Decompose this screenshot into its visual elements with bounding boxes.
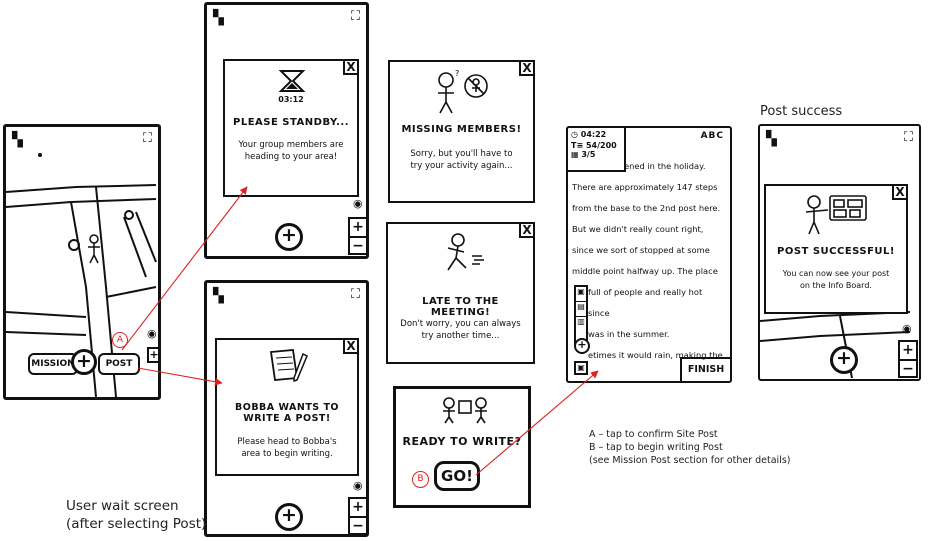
compass-icon[interactable]: ◉ (353, 197, 363, 210)
success-screen: ▚ ⛶ X POST SUCCESSFUL! You can now see y… (758, 124, 921, 381)
late-popup: X LATE TO THE MEETING! Don't worry, you … (386, 222, 535, 364)
missing-members-popup: X ? MISSING MEMBERS! Sorry, but you'll h… (388, 60, 535, 203)
close-button[interactable]: X (343, 59, 359, 75)
text-icon: T≡ (571, 141, 584, 150)
note-c: (see Mission Post section for other deta… (589, 454, 791, 466)
go-button[interactable]: GO! (434, 461, 480, 491)
paper-pen-icon (269, 349, 308, 383)
wait-caption-line2: (after selecting Post) (66, 516, 207, 532)
finish-button[interactable]: FINISH (680, 357, 730, 381)
success-popup: X POST SUCCESSFUL! You can now see your … (764, 184, 908, 314)
zoom-control[interactable]: + − (898, 340, 918, 378)
marker-a: A (112, 332, 128, 348)
zoom-in-button[interactable]: + (147, 347, 161, 363)
wait-caption-line1: User wait screen (66, 498, 179, 514)
add-button[interactable]: + (275, 503, 303, 531)
photo-tool-icon[interactable]: ▤ (576, 302, 586, 317)
add-media-button[interactable]: + (574, 338, 590, 354)
note-a: A – tap to confirm Site Post (589, 429, 718, 440)
success-caption: Post success (760, 104, 843, 119)
text-line: full of people and really hot since (588, 287, 703, 318)
text-line: since we sort of stopped at some (572, 245, 710, 255)
writing-time: 04:22 (580, 130, 607, 139)
note-b: B – tap to begin writing Post (589, 441, 723, 453)
zoom-control[interactable]: + − (348, 497, 368, 535)
zoom-control[interactable]: + − (348, 217, 368, 255)
map-screen: ▚ ⛶ MISSION + POST A ◉ + (3, 124, 161, 400)
image-tool-icon[interactable]: ▣ (576, 287, 586, 302)
compass-icon[interactable]: ◉ (353, 479, 363, 492)
success-title: POST SUCCESSFUL! (776, 246, 895, 257)
ready-title: READY TO WRITE? (402, 435, 522, 448)
hourglass-icon (278, 70, 306, 92)
standby-popup: X 03:12 PLEASE STANDBY... Your group mem… (223, 59, 359, 197)
text-line: But we didn't really count right, (572, 224, 704, 234)
add-button[interactable]: + (830, 346, 858, 374)
compass-icon[interactable]: ◉ (147, 327, 157, 340)
group-icon (443, 397, 487, 424)
write-title: BOBBA WANTS TO WRITE A POST! (235, 402, 339, 424)
close-button[interactable]: X (892, 184, 908, 200)
success-body: You can now see your post on the Info Bo… (782, 269, 890, 290)
writing-text[interactable]: ened in the holiday. There are approxima… (572, 156, 726, 366)
add-button[interactable]: + (71, 349, 97, 375)
standby-title: PLEASE STANDBY... (233, 117, 349, 128)
write-body: Please head to Bobba's area to begin wri… (237, 437, 337, 460)
tool-strip: ▣ ▤ ▥ (574, 285, 588, 345)
marker-b: B (412, 471, 429, 488)
writing-screen: ◷ 04:22 T≡ 54/200 ▦ 3/5 ABC ened in the … (566, 126, 732, 383)
abc-indicator: ABC (700, 131, 724, 141)
missing-body: Sorry, but you'll have to try your activ… (410, 149, 513, 172)
book-icon[interactable]: ▚ (213, 288, 224, 304)
scan-icon[interactable]: ⛶ (351, 287, 360, 302)
text-line: There are approximately 147 steps (572, 182, 718, 192)
missing-title: MISSING MEMBERS! (401, 124, 522, 135)
standby-timer: 03:12 (278, 95, 304, 104)
standby-screen: ▚ ⛶ X 03:12 PLEASE STANDBY... Your group… (204, 2, 369, 259)
book-icon[interactable]: ▚ (213, 10, 224, 26)
write-popup: X BOBBA WANTS TO WRITE A POST! Please he… (215, 338, 359, 476)
scan-icon[interactable]: ⛶ (351, 9, 360, 24)
write-prompt-screen: ▚ ⛶ X BOBBA WANTS TO WRITE A POST! Pleas… (204, 280, 369, 537)
svg-text:?: ? (455, 69, 459, 78)
close-button[interactable]: X (519, 60, 535, 76)
text-line: from the base to the 2nd post here. (572, 203, 721, 213)
text-line: ened in the holiday. (624, 161, 706, 171)
late-title: LATE TO THE MEETING! (422, 296, 499, 318)
standby-body: Your group members are heading to your a… (238, 140, 344, 163)
add-button[interactable]: + (275, 223, 303, 251)
text-line: was in the summer. (588, 329, 670, 339)
wait-caption: User wait screen (after selecting Post) (66, 497, 206, 533)
late-body: Don't worry, you can always try another … (400, 319, 521, 342)
compass-icon[interactable]: ◉ (902, 322, 912, 335)
writing-chars: 54/200 (585, 141, 617, 150)
close-button[interactable]: X (519, 222, 535, 238)
post-button[interactable]: POST (98, 353, 140, 375)
running-person-icon (447, 233, 484, 271)
text-line: middle point halfway up. The place (572, 266, 718, 276)
ready-popup: READY TO WRITE? GO! B (393, 386, 531, 508)
confused-person-icon: ? (438, 69, 488, 114)
map-tool-icon[interactable]: ▥ (576, 317, 586, 331)
clock-icon: ◷ (571, 130, 578, 139)
close-button[interactable]: X (343, 338, 359, 354)
gallery-icon[interactable]: ▣ (574, 361, 588, 375)
legend-notes: A – tap to confirm Site Post B – tap to … (589, 429, 791, 467)
info-board-icon (805, 195, 867, 235)
